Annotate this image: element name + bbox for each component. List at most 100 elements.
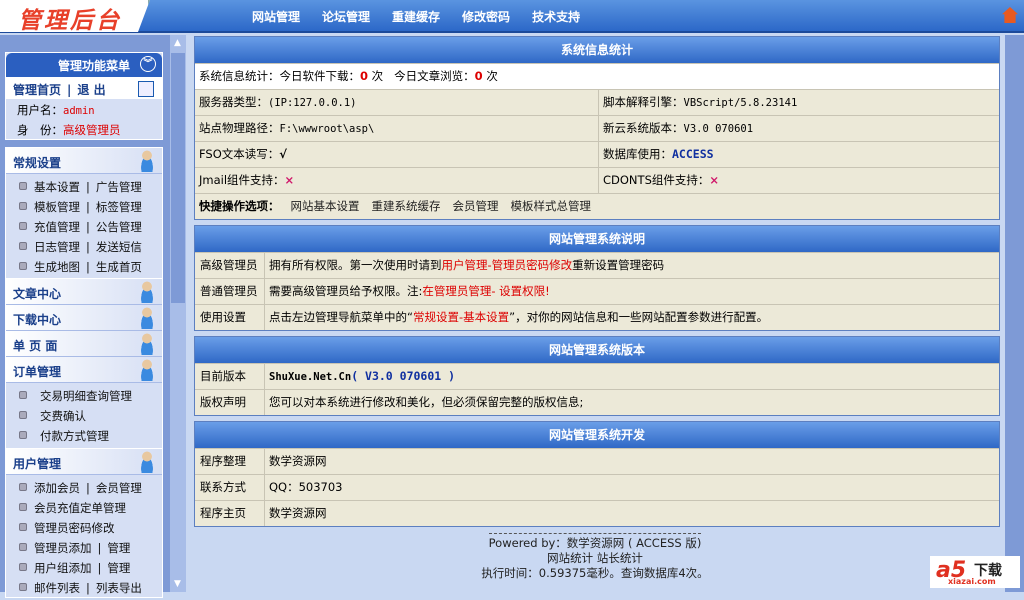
text: 次 — [371, 69, 384, 83]
menu-user-box: 管理功能菜单 ︾ 管理首页 | 退 出 用户名：admin 身 份：高级管理员 — [5, 52, 163, 140]
menu-add-group[interactable]: 用户组添加 — [34, 561, 92, 575]
exec-time: 执行时间：0.59375毫秒。查询数据库4次。 — [481, 566, 709, 580]
menu-payment-confirm[interactable]: 交费确认 — [40, 409, 86, 423]
logo-text: 管理后台 — [18, 7, 122, 34]
section-pages[interactable]: 单 页 面 — [6, 331, 162, 357]
section-users[interactable]: 用户管理 — [6, 449, 162, 475]
check-icon: √ — [279, 147, 287, 161]
top-nav: 网站管理 论坛管理 重建缓存 修改密码 技术支持 — [252, 8, 602, 25]
section-general-settings[interactable]: 常规设置 — [6, 148, 162, 174]
contact-qq: QQ：503703 — [269, 480, 343, 494]
section-orders[interactable]: 订单管理 — [6, 357, 162, 383]
menu-add-admin[interactable]: 管理员添加 — [34, 541, 92, 555]
logout-link[interactable]: 退 出 — [77, 83, 105, 97]
text: 脚本解释引擎： — [603, 95, 684, 109]
panel-title: 系统信息统计 — [195, 37, 999, 63]
menu-manage-groups[interactable]: 管理 — [107, 561, 130, 575]
text: 您可以对本系统进行修改和美化，但必须保留完整的版权信息; — [269, 395, 584, 409]
menu-mail-list[interactable]: 邮件列表 — [34, 581, 80, 595]
text: 拥有所有权限。第一次使用时请到 — [269, 258, 442, 272]
text: 版权声明 — [195, 390, 265, 415]
nav-support[interactable]: 技术支持 — [532, 8, 580, 25]
admin-password-link[interactable]: 用户管理-管理员密码修改 — [442, 258, 573, 272]
user-icon — [138, 150, 156, 172]
menu-homepage[interactable]: 生成首页 — [96, 260, 142, 274]
menu-sitemap[interactable]: 生成地图 — [34, 260, 80, 274]
menu-notices[interactable]: 公告管理 — [96, 220, 142, 234]
text: ”，对你的网站信息和一些网站配置参数进行配置。 — [509, 310, 769, 324]
text: CDONTS组件支持： — [603, 173, 710, 187]
menu-members[interactable]: 会员管理 — [96, 481, 142, 495]
menu-transactions[interactable]: 交易明细查询管理 — [40, 389, 132, 403]
menu-tags[interactable]: 标签管理 — [96, 200, 142, 214]
stats-label: 系统信息统计：今日软件下载： — [199, 69, 360, 83]
views-label: 今日文章浏览： — [394, 69, 475, 83]
downloads-count: 0 — [360, 69, 369, 83]
menu-payment-methods[interactable]: 付款方式管理 — [40, 429, 109, 443]
quick-templates[interactable]: 模板样式总管理 — [510, 199, 591, 213]
nav-forum[interactable]: 论坛管理 — [322, 8, 370, 25]
home-link[interactable]: 管理首页 — [13, 83, 61, 97]
product-version: ( V3.0 070601 ) — [351, 369, 456, 383]
footer: Powered by：数学资源网 ( ACCESS 版) 网站统计 站长统计 执… — [470, 533, 720, 581]
views-count: 0 — [474, 69, 483, 83]
menu-title: 管理功能菜单 — [58, 59, 131, 73]
text: 服务器类型： — [199, 95, 268, 109]
nav-change-password[interactable]: 修改密码 — [462, 8, 510, 25]
menu-member-orders[interactable]: 会员充值定单管理 — [34, 501, 126, 515]
text: 重新设置管理密码 — [572, 258, 665, 272]
menu-manage-admins[interactable]: 管理 — [107, 541, 130, 555]
text: 新云系统版本： — [603, 121, 684, 135]
home-icon[interactable] — [1002, 7, 1018, 23]
text: 联系方式 — [195, 475, 265, 500]
collapse-icon[interactable]: ︾ — [140, 56, 156, 72]
text: 数据库使用： — [603, 147, 672, 161]
username: admin — [63, 105, 95, 117]
quick-basic-settings[interactable]: 网站基本设置 — [290, 199, 359, 213]
menu-logs[interactable]: 日志管理 — [34, 240, 80, 254]
username-label: 用户名： — [17, 103, 63, 117]
section-articles[interactable]: 文章中心 — [6, 279, 162, 305]
text: 程序主页 — [195, 501, 265, 526]
text: 用户管理 — [13, 457, 62, 471]
menu-ads[interactable]: 广告管理 — [96, 180, 142, 194]
basic-settings-link[interactable]: 常规设置-基本设置 — [413, 310, 509, 324]
text: FSO文本读写： — [199, 147, 280, 161]
quick-members[interactable]: 会员管理 — [452, 199, 498, 213]
nav-site[interactable]: 网站管理 — [252, 8, 300, 25]
menu-sms[interactable]: 发送短信 — [96, 240, 142, 254]
homepage-link[interactable]: 数学资源网 — [265, 501, 327, 526]
menu-general: 常规设置 基本设置 | 广告管理 模板管理 | 标签管理 充值管理 | 公告管理 日志管理 |… — [5, 147, 163, 280]
menu-templates[interactable]: 模板管理 — [34, 200, 80, 214]
role: 高级管理员 — [63, 123, 121, 137]
developer-panel: 网站管理系统开发 程序整理 数学资源网 联系方式 QQ：503703 程序主页 数学资… — [194, 421, 1000, 527]
menu-recharge[interactable]: 充值管理 — [34, 220, 80, 234]
quick-rebuild-cache[interactable]: 重建系统缓存 — [371, 199, 440, 213]
menu-basic-settings[interactable]: 基本设置 — [34, 180, 80, 194]
menu-users: 用户管理 添加会员 | 会员管理 会员充值定单管理 管理员密码修改 管理员添加 | 管理… — [5, 448, 163, 598]
user-icon — [138, 281, 156, 303]
text: 目前版本 — [195, 364, 265, 389]
panel-title: 网站管理系统说明 — [195, 226, 999, 252]
sidebar-scrollbar[interactable]: ▲ ▼ — [170, 35, 186, 592]
nav-rebuild-cache[interactable]: 重建缓存 — [392, 8, 440, 25]
text: 点击左边管理导航菜单中的“ — [269, 310, 413, 324]
menu-admin-password[interactable]: 管理员密码修改 — [34, 521, 115, 535]
menu-export-list[interactable]: 列表导出 — [96, 581, 142, 595]
section-downloads[interactable]: 下载中心 — [6, 305, 162, 331]
text: 使用设置 — [195, 305, 265, 330]
database-type: ACCESS — [672, 147, 714, 161]
server-type: (IP:127.0.0.1) — [268, 97, 357, 109]
cross-icon: × — [284, 173, 295, 187]
menu-add-member[interactable]: 添加会员 — [34, 481, 80, 495]
text: 数学资源网 — [269, 454, 327, 468]
text: 需要高级管理员给予权限。注: — [269, 284, 423, 298]
text: 单 页 面 — [13, 339, 58, 353]
right-strip — [1005, 35, 1024, 592]
text: 常规设置 — [13, 156, 62, 170]
system-version: V3.0 070601 — [683, 123, 754, 135]
permissions-link[interactable]: 在管理员管理- 设置权限! — [422, 284, 549, 298]
stats-links[interactable]: 网站统计 站长统计 — [470, 551, 720, 566]
sysinfo-panel: 系统信息统计 系统信息统计：今日软件下载：0 次 今日文章浏览：0 次 服务器类… — [194, 36, 1000, 220]
text: Jmail组件支持： — [199, 173, 285, 187]
